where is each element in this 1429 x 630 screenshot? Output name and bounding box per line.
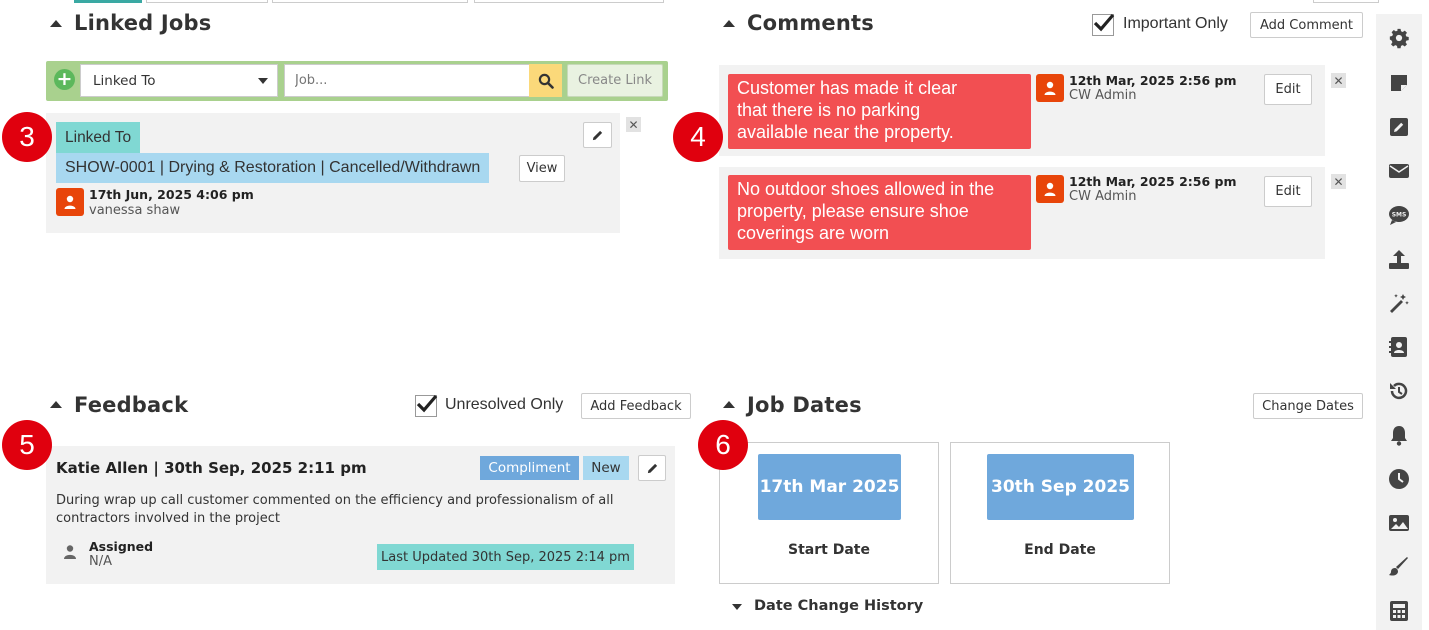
comment-date: 12th Mar, 2025 2:56 pm <box>1069 73 1237 88</box>
remove-link-button[interactable]: ✕ <box>626 117 641 132</box>
feedback-header: Katie Allen | 30th Sep, 2025 2:11 pm <box>56 459 367 477</box>
expand-toggle-icon[interactable] <box>732 604 742 610</box>
change-dates-button[interactable]: Change Dates <box>1253 393 1363 419</box>
start-date-label: Start Date <box>788 542 870 558</box>
link-type-value: Linked To <box>93 72 156 89</box>
top-cutoff-control[interactable] <box>474 0 664 3</box>
delete-comment-button[interactable]: ✕ <box>1331 73 1346 88</box>
unresolved-only-label: Unresolved Only <box>445 396 564 413</box>
svg-text:SMS: SMS <box>1392 212 1407 219</box>
create-link-button[interactable]: Create Link <box>567 64 663 97</box>
history-icon[interactable] <box>1387 379 1411 403</box>
comment-body: No outdoor shoes allowed in the property… <box>728 175 1031 250</box>
checkmark-icon <box>1093 13 1115 32</box>
user-avatar-icon <box>56 188 84 216</box>
callout-badge: 4 <box>673 112 723 162</box>
collapse-toggle-icon[interactable] <box>723 20 735 27</box>
upload-icon[interactable] <box>1387 247 1411 271</box>
edit-link-button[interactable] <box>583 122 612 148</box>
sms-icon[interactable]: SMS <box>1387 203 1411 227</box>
top-cutoff-control[interactable] <box>272 0 468 3</box>
image-icon[interactable] <box>1387 511 1411 535</box>
add-circle-icon[interactable]: + <box>54 69 75 90</box>
search-icon <box>538 73 554 89</box>
envelope-icon[interactable] <box>1387 159 1411 183</box>
note-icon[interactable] <box>1387 71 1411 95</box>
chevron-down-icon <box>258 78 268 84</box>
linked-job-user: vanessa shaw <box>89 203 181 218</box>
link-type-select[interactable]: Linked To <box>80 64 278 97</box>
callout-badge: 6 <box>698 420 748 470</box>
link-type-tag: Linked To <box>56 122 141 153</box>
checkmark-icon <box>416 394 438 413</box>
contact-book-icon[interactable] <box>1387 335 1411 359</box>
feedback-type-badge: Compliment <box>480 456 579 480</box>
last-updated-badge: Last Updated 30th Sep, 2025 2:14 pm <box>377 544 634 570</box>
pencil-icon <box>647 463 657 473</box>
linked-jobs-title: Linked Jobs <box>74 11 212 35</box>
feedback-status-badge: New <box>583 456 629 480</box>
job-dates-title: Job Dates <box>747 393 862 417</box>
bell-icon[interactable] <box>1387 423 1411 447</box>
end-date-label: End Date <box>1024 542 1096 558</box>
assigned-value: N/A <box>89 554 112 569</box>
assigned-user-icon <box>62 544 78 560</box>
feedback-body: During wrap up call customer commented o… <box>56 493 614 526</box>
pencil-icon <box>592 130 603 140</box>
end-date-value: 30th Sep 2025 <box>987 454 1134 520</box>
comment-user: CW Admin <box>1069 88 1137 103</box>
edit-icon[interactable] <box>1387 115 1411 139</box>
user-avatar-icon <box>1036 74 1064 102</box>
right-sidebar <box>1376 14 1422 630</box>
magic-wand-icon[interactable] <box>1387 291 1411 315</box>
linked-job-date: 17th Jun, 2025 4:06 pm <box>89 187 254 202</box>
edit-comment-button[interactable]: Edit <box>1264 74 1312 105</box>
brush-icon[interactable] <box>1387 555 1411 579</box>
assigned-label: Assigned <box>89 539 154 554</box>
linked-job-tag[interactable]: SHOW-0001 | Drying & Restoration | Cance… <box>56 153 490 183</box>
important-only-label: Important Only <box>1123 15 1228 32</box>
add-comment-button[interactable]: Add Comment <box>1250 12 1363 38</box>
feedback-title: Feedback <box>74 393 189 417</box>
calculator-icon[interactable] <box>1387 599 1411 623</box>
view-job-button[interactable]: View <box>519 155 565 182</box>
job-search-input[interactable] <box>284 64 530 97</box>
end-date-card: 30th Sep 2025 End Date <box>950 442 1170 584</box>
comments-title: Comments <box>747 11 874 35</box>
collapse-toggle-icon[interactable] <box>50 401 62 408</box>
delete-comment-button[interactable]: ✕ <box>1331 174 1346 189</box>
top-cutoff-control[interactable] <box>146 0 268 3</box>
top-cutoff-control[interactable] <box>1313 0 1379 3</box>
edit-comment-button[interactable]: Edit <box>1264 176 1312 207</box>
callout-badge: 3 <box>2 112 52 162</box>
user-avatar-icon <box>1036 175 1064 203</box>
collapse-toggle-icon[interactable] <box>50 20 62 27</box>
clock-icon[interactable] <box>1387 467 1411 491</box>
search-button[interactable] <box>529 64 562 97</box>
collapse-toggle-icon[interactable] <box>723 401 735 408</box>
start-date-card: 17th Mar 2025 Start Date <box>719 442 939 584</box>
callout-badge: 5 <box>2 420 52 470</box>
comment-date: 12th Mar, 2025 2:56 pm <box>1069 174 1237 189</box>
edit-feedback-button[interactable] <box>638 455 666 481</box>
comment-user: CW Admin <box>1069 189 1137 204</box>
unresolved-only-checkbox[interactable] <box>415 394 438 417</box>
date-change-history-toggle[interactable]: Date Change History <box>754 598 923 614</box>
add-feedback-button[interactable]: Add Feedback <box>581 393 691 419</box>
start-date-value: 17th Mar 2025 <box>758 454 901 520</box>
top-cutoff-tab[interactable] <box>74 0 142 3</box>
comment-body: Customer has made it clear that there is… <box>728 74 1031 149</box>
important-only-checkbox[interactable] <box>1092 13 1115 36</box>
gear-icon[interactable] <box>1387 26 1411 50</box>
